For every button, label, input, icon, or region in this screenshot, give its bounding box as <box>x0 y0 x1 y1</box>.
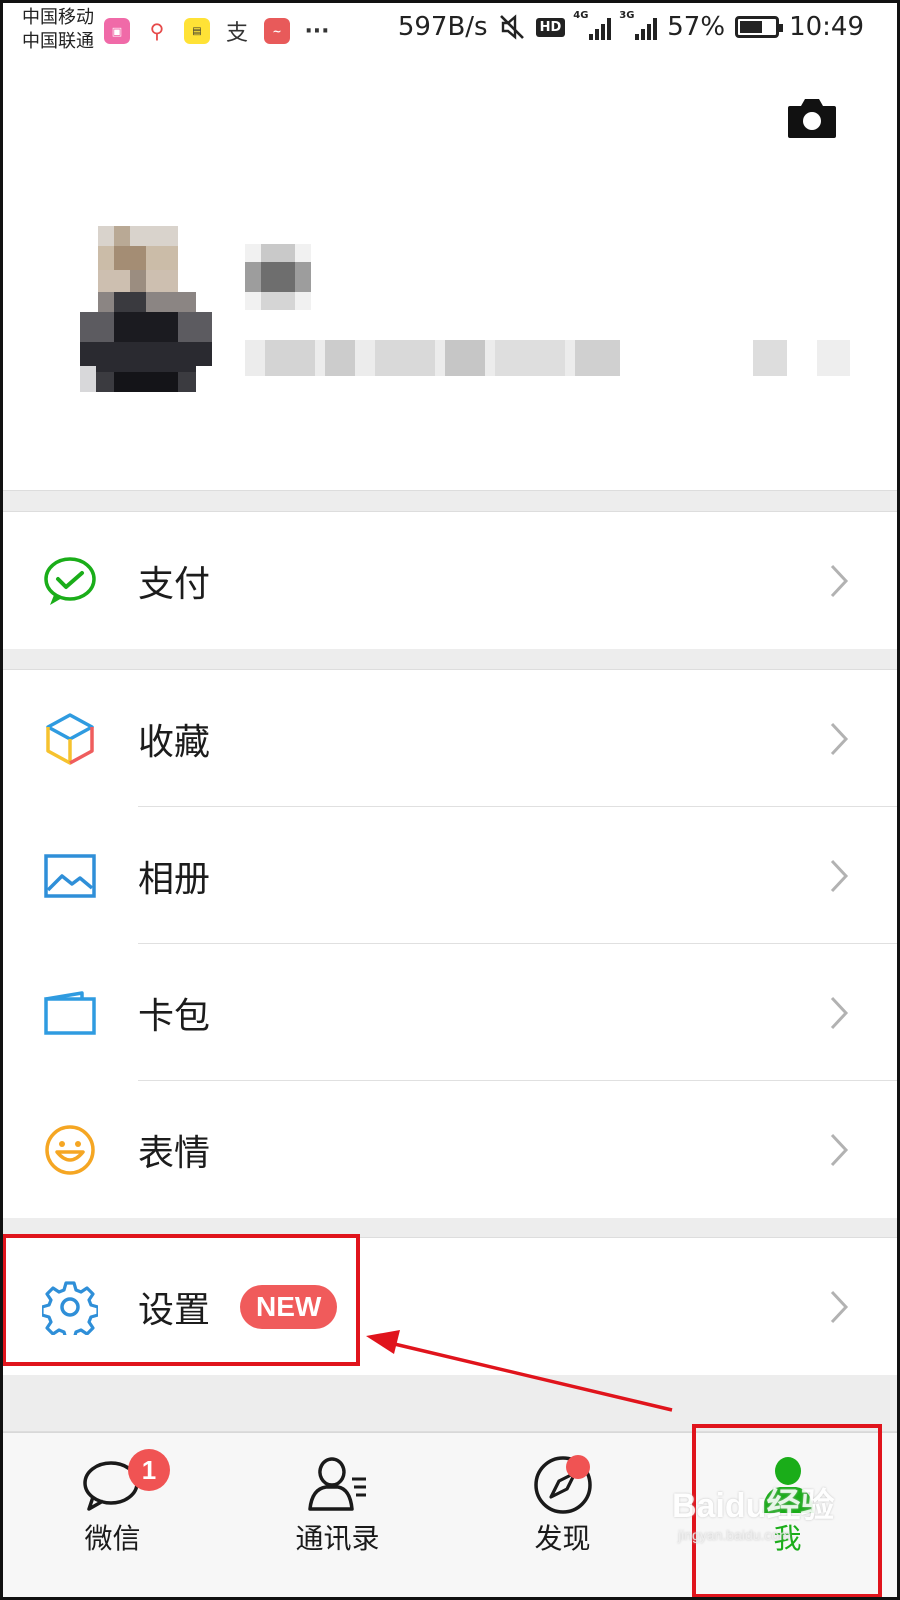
alipay-icon: 支 <box>224 18 250 46</box>
tab-label: 微信 <box>84 1522 141 1555</box>
wechat-pay-icon <box>44 556 96 605</box>
avatar[interactable] <box>80 226 212 392</box>
app-notification-icon: ~ <box>264 18 290 44</box>
battery-percent: 57% <box>667 12 726 42</box>
menu-item-favorites[interactable]: 收藏 <box>0 670 900 807</box>
chevron-right-icon <box>830 859 849 892</box>
watermark-brand: Baidu经验 <box>672 1487 835 1525</box>
hd-icon: HD <box>535 17 566 37</box>
tab-label: 通讯录 <box>295 1522 380 1555</box>
section-gap <box>0 490 900 512</box>
favorites-cube-icon <box>46 712 94 765</box>
carrier-info: 中国移动 中国联通 <box>22 6 94 54</box>
chevron-right-icon <box>830 722 849 755</box>
camera-icon[interactable] <box>786 96 838 140</box>
tab-discover[interactable]: 发现 <box>450 1433 675 1600</box>
tab-label: 发现 <box>534 1522 591 1555</box>
status-right: 597B/s HD 4G 3G 57% 10:49 <box>397 10 864 42</box>
battery-icon <box>735 16 784 38</box>
unread-badge: 1 <box>128 1449 170 1491</box>
menu-item-label: 支付 <box>138 563 211 605</box>
smiley-face-icon <box>45 1124 95 1175</box>
menu-item-cards[interactable]: 卡包 <box>0 944 900 1081</box>
baidu-watermark: Baidu经验 jingyan.baidu.com <box>672 1478 834 1543</box>
network-speed: 597B/s <box>397 12 488 42</box>
annotation-arrow <box>366 1330 673 1412</box>
menu-item-label: 表情 <box>138 1132 211 1174</box>
carrier-1: 中国移动 <box>22 7 94 28</box>
watermark-url: jingyan.baidu.com <box>678 1527 791 1543</box>
section-gap <box>0 648 900 670</box>
chevron-right-icon <box>830 996 849 1029</box>
chevron-right-icon <box>830 1290 849 1323</box>
menu-item-pay[interactable]: 支付 <box>0 512 900 649</box>
menu-item-album[interactable]: 相册 <box>0 807 900 944</box>
status-bar: 中国移动 中国联通 ▣ ⚲ ▤ 支 ~ ··· 597B/s HD 4G 3G … <box>0 0 900 62</box>
more-notifications-icon: ··· <box>304 18 330 44</box>
signal-4g-icon: 4G <box>573 10 612 40</box>
annotation-box-settings <box>2 1234 360 1366</box>
menu-item-label: 收藏 <box>138 721 211 763</box>
app-notification-icon: ▤ <box>184 18 210 44</box>
card-wallet-icon <box>44 990 96 1035</box>
app-notification-icon: ▣ <box>104 18 130 44</box>
menu-item-label: 卡包 <box>138 995 211 1037</box>
menu-item-label: 相册 <box>138 858 211 900</box>
mute-icon <box>499 14 524 40</box>
discover-new-dot <box>566 1455 590 1479</box>
album-picture-icon <box>44 853 96 898</box>
chevron-right-icon <box>830 564 849 597</box>
menu-item-stickers[interactable]: 表情 <box>0 1081 900 1218</box>
notification-icons: ▣ ⚲ ▤ 支 ~ ··· <box>104 18 330 46</box>
contacts-person-icon <box>307 1457 366 1511</box>
tab-contacts[interactable]: 通讯录 <box>225 1433 450 1600</box>
tab-chats[interactable]: 1 微信 <box>0 1433 225 1600</box>
carrier-2: 中国联通 <box>22 31 94 52</box>
clock: 10:49 <box>789 12 864 42</box>
chevron-right-icon <box>830 1133 849 1166</box>
profile-nickname <box>245 244 311 310</box>
signal-3g-icon: 3G <box>619 10 658 40</box>
profile-wechat-id <box>245 340 850 376</box>
map-pin-icon: ⚲ <box>144 18 170 44</box>
